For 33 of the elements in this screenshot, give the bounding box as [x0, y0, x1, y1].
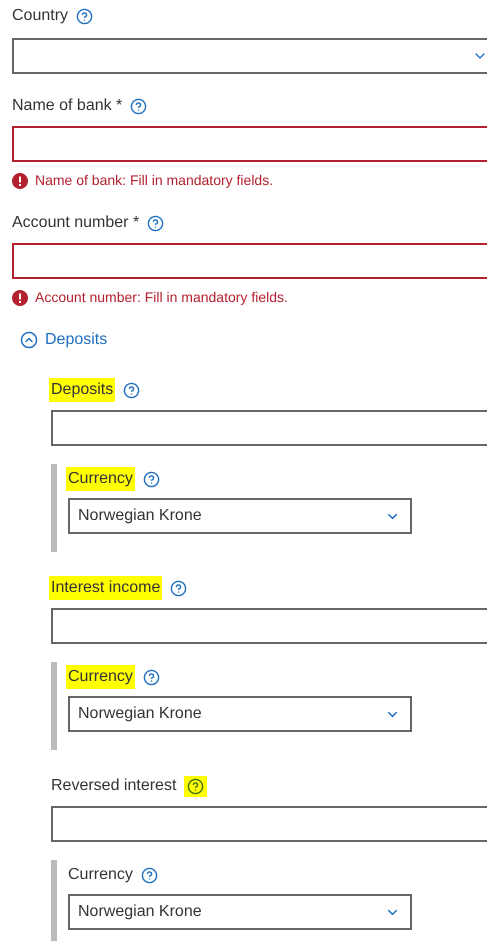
help-icon[interactable]: [142, 668, 160, 686]
help-icon[interactable]: [76, 8, 94, 24]
help-icon[interactable]: [170, 580, 188, 596]
field-label: Currency: [66, 467, 135, 491]
amount-input-field[interactable]: [51, 608, 487, 644]
help-icon[interactable]: [184, 776, 208, 796]
help-icon[interactable]: [130, 98, 148, 114]
error-message: Account number: Fill in mandatory fields.: [35, 288, 288, 307]
country-select[interactable]: [12, 38, 487, 74]
field-label: Reversed interest: [51, 776, 176, 796]
amount-input-field[interactable]: [51, 410, 487, 446]
currency-select[interactable]: Norwegian Krone: [68, 894, 412, 930]
error-message: Name of bank: Fill in mandatory fields.: [35, 171, 274, 190]
error-icon: [12, 290, 28, 306]
field-label: Deposits: [49, 378, 116, 402]
field-label: Country: [12, 6, 68, 26]
collapse-icon: [20, 331, 38, 349]
help-icon[interactable]: [142, 470, 160, 488]
text-input-field[interactable]: [12, 126, 487, 162]
currency-select[interactable]: Norwegian Krone: [68, 696, 412, 732]
field-label: Account number *: [12, 213, 140, 233]
section-toggle[interactable]: Deposits: [20, 328, 108, 352]
currency-select[interactable]: Norwegian Krone: [68, 498, 412, 534]
error-icon: [12, 172, 28, 188]
help-icon[interactable]: [123, 382, 140, 398]
field-label: Interest income: [49, 576, 162, 600]
amount-input-field[interactable]: [51, 806, 487, 842]
help-icon[interactable]: [140, 866, 158, 884]
field-label: Currency: [66, 665, 135, 689]
help-icon[interactable]: [147, 214, 164, 232]
field-label: Currency: [68, 865, 133, 885]
field-label: Name of bank *: [12, 96, 122, 116]
text-input-field[interactable]: [12, 243, 487, 279]
